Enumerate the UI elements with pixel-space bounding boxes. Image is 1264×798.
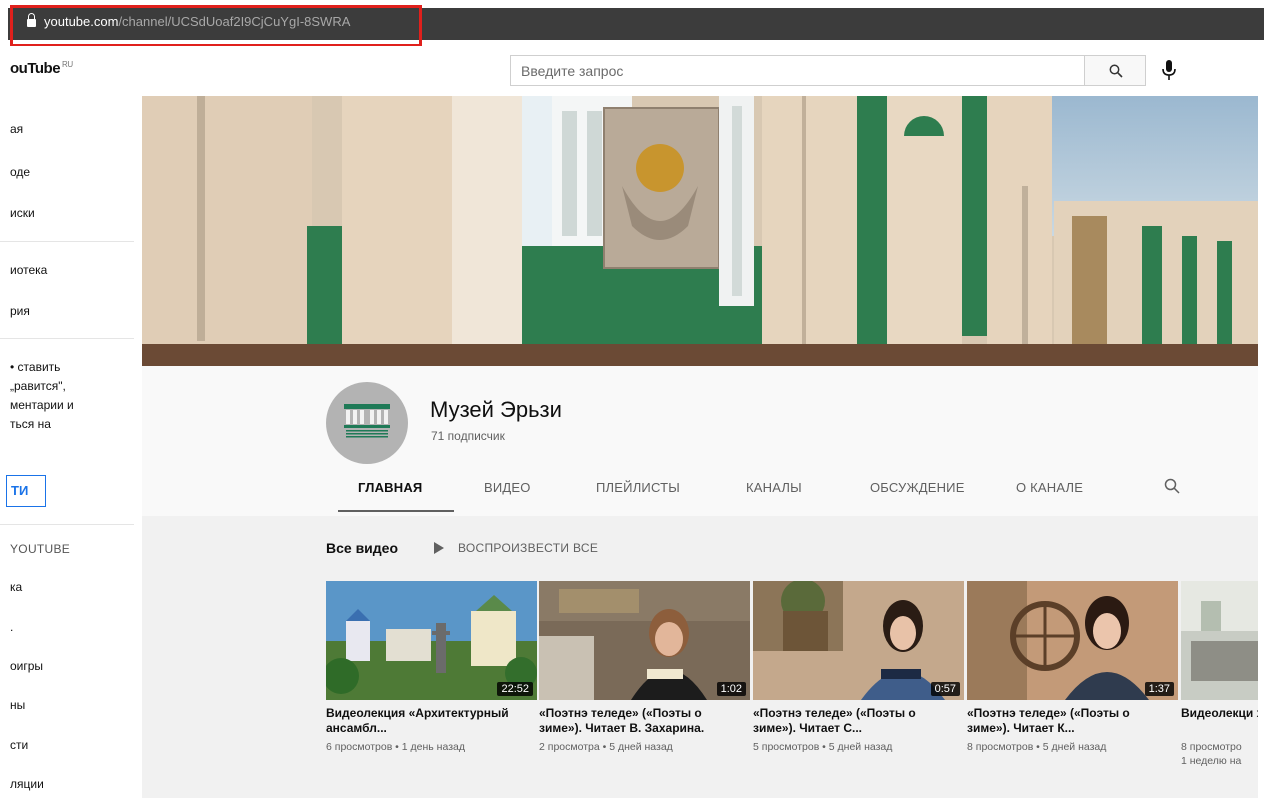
active-tab-indicator [338,510,454,512]
sidebar-item-games[interactable]: оигры [10,659,43,673]
sidebar-item-subscriptions[interactable]: иски [10,206,35,220]
sidebar-item-library[interactable]: иотека [10,263,47,277]
video-thumbnail[interactable] [1181,581,1258,700]
video-meta: 1 неделю на [1181,755,1242,767]
sidebar-item[interactable]: . [10,620,13,634]
video-duration: 0:57 [930,682,960,696]
video-title[interactable]: «Поэтнэ теледе» («Поэты о зиме»). Читает… [753,706,959,737]
video-thumbnail[interactable]: 1:02 [539,581,750,700]
museum-logo-icon [344,404,390,438]
tab-about[interactable]: О КАНАЛЕ [1016,480,1083,495]
video-card[interactable]: 0:57 «Поэтнэ теледе» («Поэты о зиме»). Ч… [753,581,965,754]
sidebar-item-trending[interactable]: оде [10,165,30,179]
subscriber-count: 71 подписчик [431,429,505,443]
url-highlight-box [10,5,422,47]
video-duration: 1:37 [1144,682,1174,696]
video-title[interactable]: «Поэтнэ теледе» («Поэты о зиме»). Читает… [539,706,745,737]
video-meta: 2 просмотра • 5 дней назад [539,741,673,753]
sidebar-item[interactable]: ны [10,698,25,712]
play-icon[interactable] [434,542,444,554]
youtube-logo[interactable]: ouTube RU [10,60,73,77]
video-card[interactable]: 1:02 «Поэтнэ теледе» («Поэты о зиме»). Ч… [539,581,751,754]
channel-content: Все видео ВОСПРОИЗВЕСТИ ВСЕ 22:52 Видеол… [142,516,1258,798]
sidebar-item[interactable]: ляции [10,777,44,791]
channel-search-icon[interactable] [1164,478,1180,494]
sidebar-divider [0,241,134,242]
video-meta: 5 просмотров • 5 дней назад [753,741,893,753]
sidebar-item-history[interactable]: рия [10,304,30,318]
sidebar-divider [0,524,134,525]
sidebar-item-home[interactable]: ая [10,122,23,136]
channel-header: Музей Эрьзи 71 подписчик ГЛАВНАЯ ВИДЕО П… [142,366,1258,516]
video-duration: 22:52 [497,682,533,696]
sidebar-item-news[interactable]: сти [10,738,28,752]
search-button[interactable] [1084,55,1146,86]
video-thumbnail[interactable]: 22:52 [326,581,537,700]
tab-discussion[interactable]: ОБСУЖДЕНИЕ [870,480,965,495]
search-input[interactable] [510,55,1084,86]
video-card[interactable]: 22:52 Видеолекция «Архитектурный ансамбл… [326,581,538,754]
video-meta: 6 просмотров • 1 день назад [326,741,465,753]
tab-playlists[interactable]: ПЛЕЙЛИСТЫ [596,480,680,495]
banner-image [142,96,1258,366]
video-title[interactable]: Видеолекци хрусталь» [1181,706,1258,737]
video-duration: 1:02 [716,682,746,696]
sidebar-section-heading: YOUTUBE [10,542,71,556]
video-title[interactable]: Видеолекция «Архитектурный ансамбл... [326,706,532,737]
sidebar-divider [0,338,134,339]
sidebar: ая оде иски иотека рия • ставить „равитс… [0,96,142,798]
video-card[interactable]: 1:37 «Поэтнэ теледе» («Поэты о зиме»). Ч… [967,581,1179,754]
channel-name: Музей Эрьзи [430,397,562,422]
logo-text: ouTube [10,60,61,77]
video-card[interactable]: Видеолекци хрусталь» 8 просмотро 1 недел… [1181,581,1258,768]
signin-button[interactable]: ТИ [6,475,46,507]
tab-channels[interactable]: КАНАЛЫ [746,480,802,495]
play-all-button[interactable]: ВОСПРОИЗВЕСТИ ВСЕ [458,541,598,555]
video-meta: 8 просмотро [1181,741,1242,753]
microphone-icon[interactable] [1160,58,1178,82]
signin-prompt: • ставить „равится", ментарии и ться на [10,360,74,431]
channel-avatar[interactable] [326,382,408,464]
browser-url-bar: youtube.com/channel/UCSdUoaf2I9CjCuYgI-8… [0,0,1264,47]
search-icon [1109,64,1123,78]
tab-videos[interactable]: ВИДЕО [484,480,531,495]
video-thumbnail[interactable]: 1:37 [967,581,1178,700]
logo-region: RU [62,60,73,69]
shelf-title[interactable]: Все видео [326,540,398,556]
thumbnail-image [1181,581,1258,700]
masthead: ouTube RU [0,46,1264,96]
sidebar-item[interactable]: ка [10,580,22,594]
tab-home[interactable]: ГЛАВНАЯ [358,480,422,495]
video-thumbnail[interactable]: 0:57 [753,581,964,700]
video-meta: 8 просмотров • 5 дней назад [967,741,1107,753]
channel-banner [142,96,1258,366]
video-title[interactable]: «Поэтнэ теледе» («Поэты о зиме»). Читает… [967,706,1173,737]
